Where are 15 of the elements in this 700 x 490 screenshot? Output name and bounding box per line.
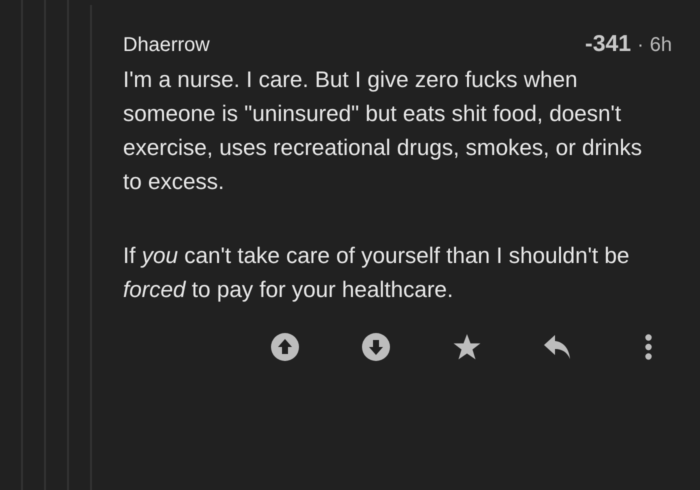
more-icon bbox=[644, 334, 652, 360]
reply-icon bbox=[544, 335, 571, 359]
username[interactable]: Dhaerrow bbox=[123, 34, 210, 57]
reply-button[interactable] bbox=[543, 333, 572, 361]
upvote-button[interactable] bbox=[271, 333, 299, 361]
save-button[interactable] bbox=[452, 333, 480, 361]
star-icon bbox=[452, 334, 480, 360]
comment-text: I'm a nurse. I care. But I give zero fucks when someone is "uninsured" but eats shit food, doesn't exercise, uses recreational drugs, smokes, or drinks to excess. bbox=[123, 66, 643, 196]
timestamp: 6h bbox=[650, 34, 672, 57]
downvote-button[interactable] bbox=[362, 333, 390, 361]
comment-text: If you can't take care of yourself than I shouldn't be forced to pay for your healthcare. bbox=[123, 242, 630, 304]
downvote-icon bbox=[362, 333, 390, 361]
score: -341 bbox=[585, 30, 632, 57]
upvote-icon bbox=[271, 333, 299, 361]
separator: · bbox=[637, 34, 644, 57]
